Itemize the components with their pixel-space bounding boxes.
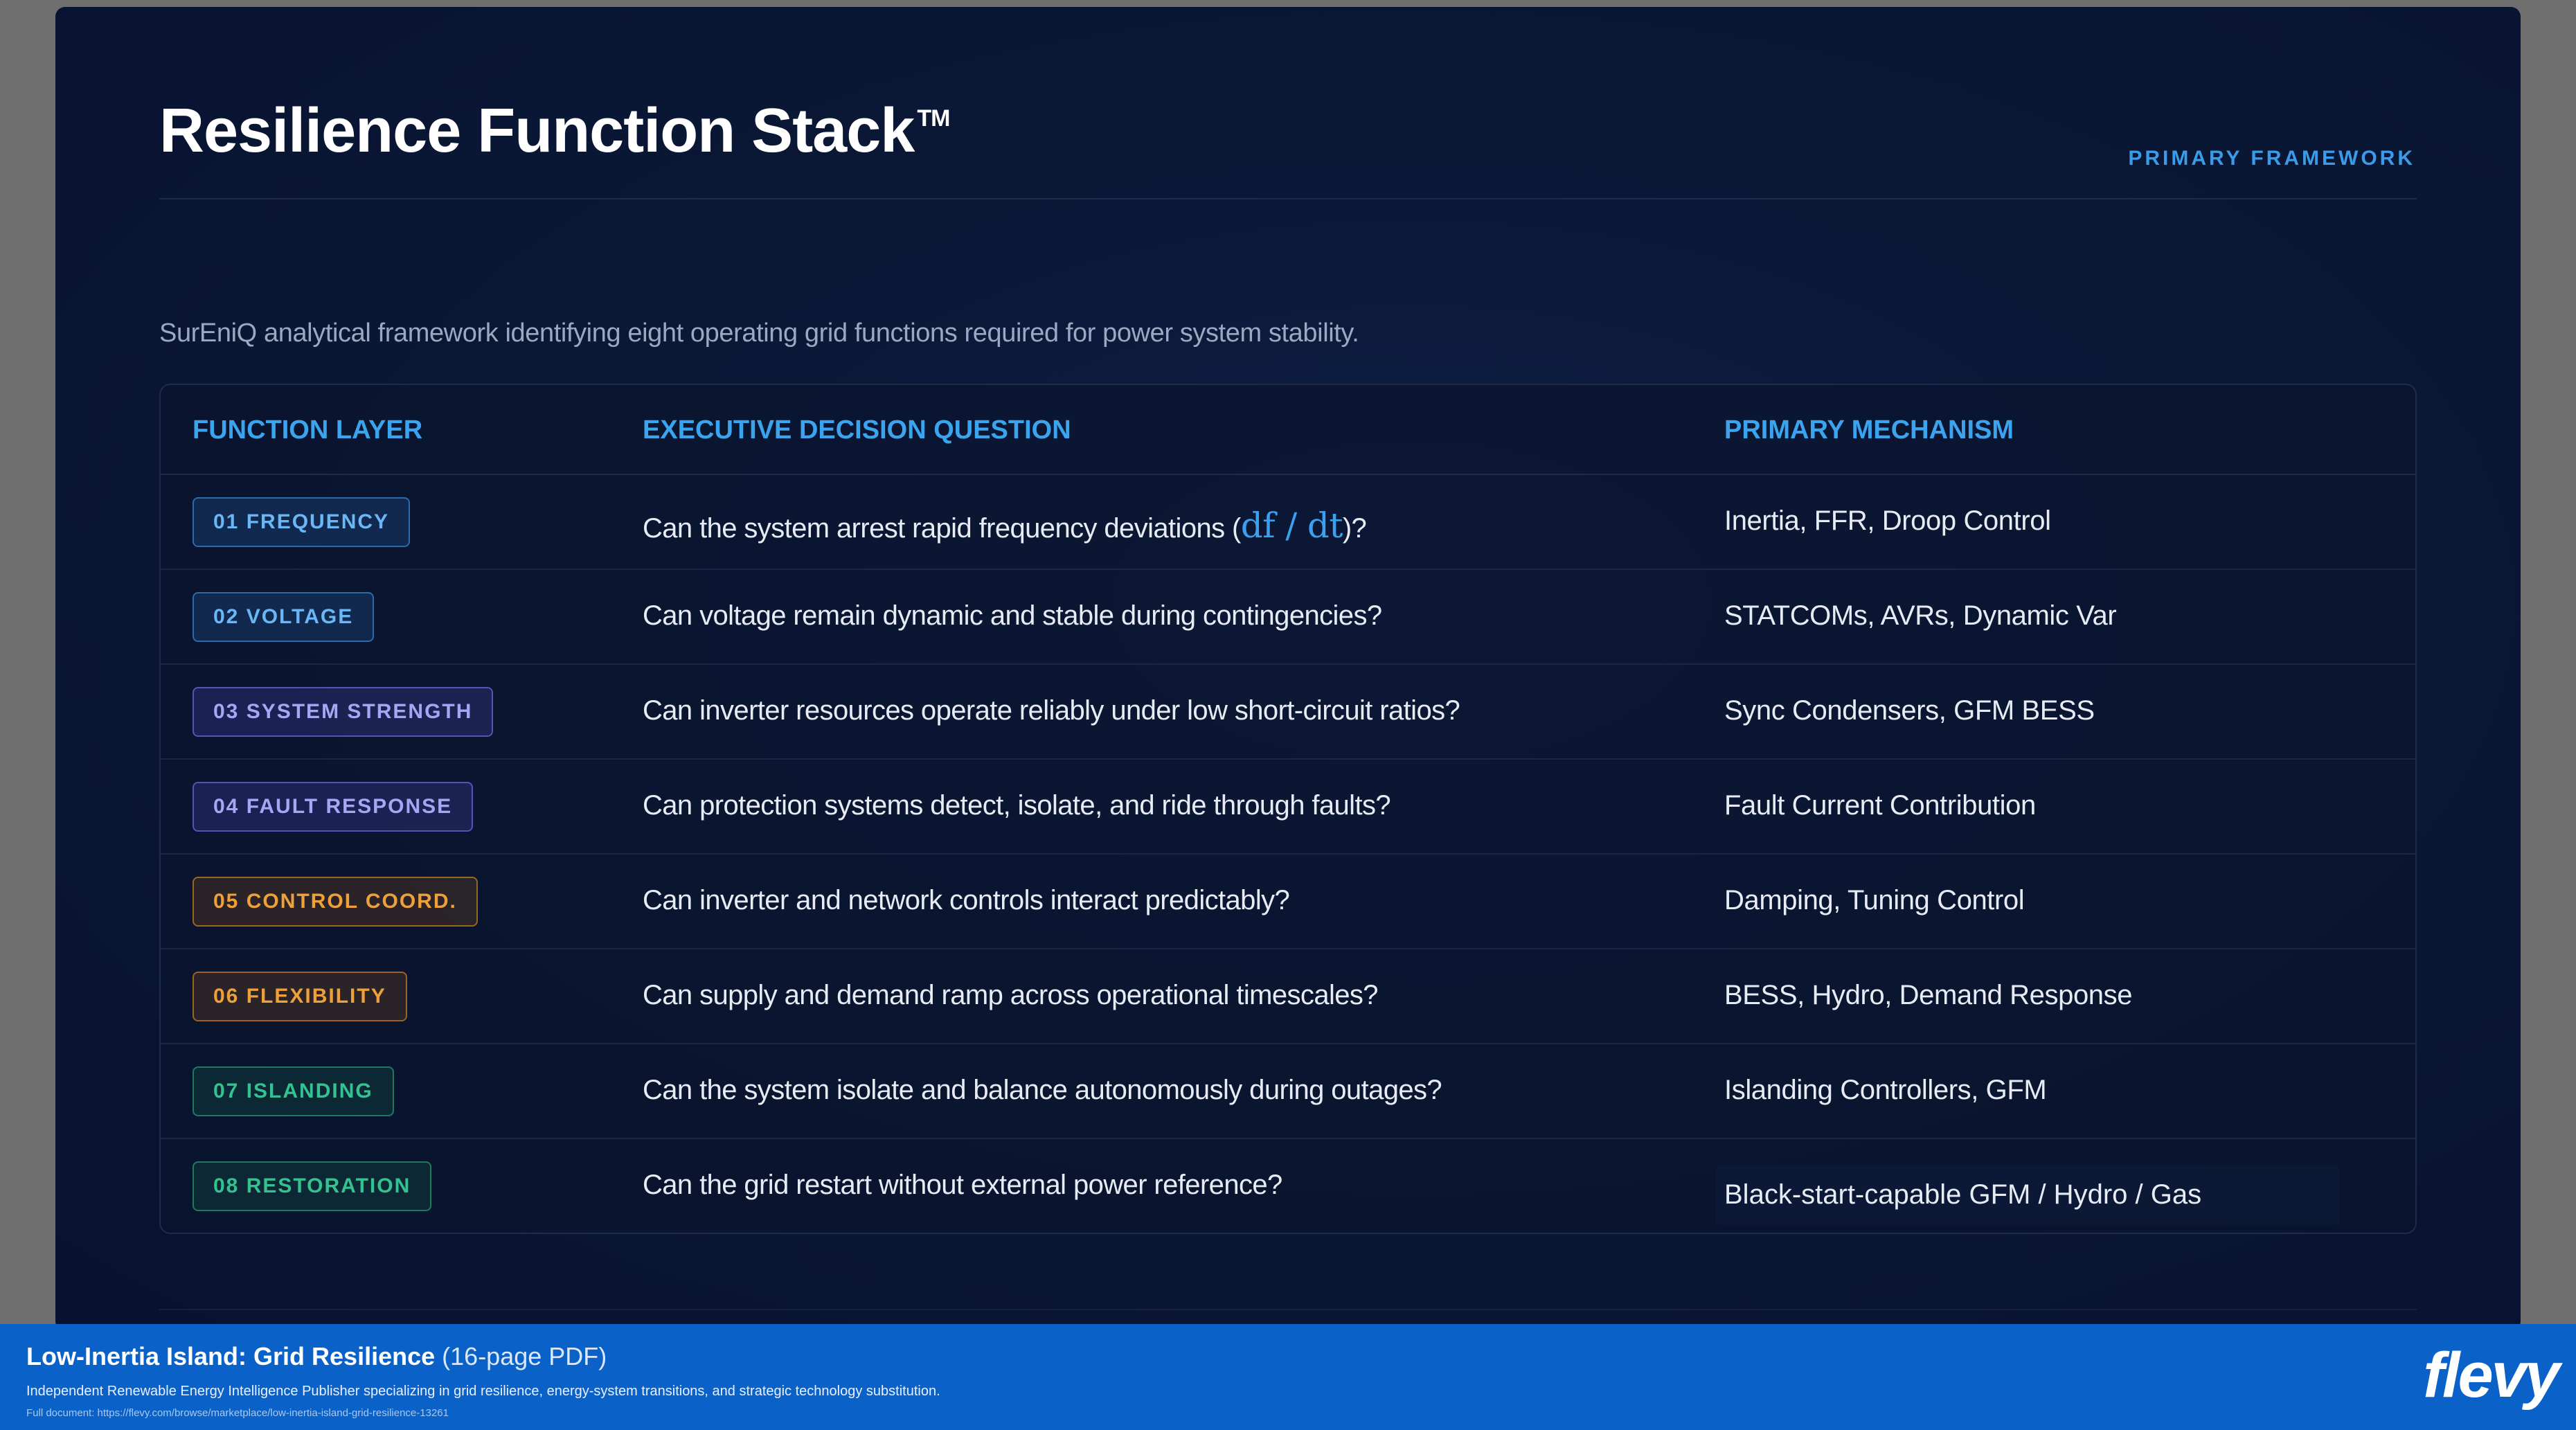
slide-title-text: Resilience Function Stack	[159, 96, 915, 166]
question-text: Can the system arrest rapid frequency de…	[643, 513, 1241, 544]
document-title: Low-Inertia Island: Grid Resilience	[26, 1342, 436, 1370]
function-badge: 05 CONTROL COORD.	[193, 877, 478, 927]
primary-mechanism: Inertia, FFR, Droop Control	[1724, 506, 2051, 536]
function-badge: 08 RESTORATION	[193, 1161, 432, 1211]
footer-title: Low-Inertia Island: Grid Resilience (16-…	[26, 1342, 607, 1371]
table-row: 02 VOLTAGE Can voltage remain dynamic an…	[161, 570, 2415, 665]
table-row: 03 SYSTEM STRENGTH Can inverter resource…	[161, 665, 2415, 760]
decision-question: Can the grid restart without external po…	[643, 1170, 1282, 1200]
primary-mechanism: Sync Condensers, GFM BESS	[1724, 695, 2095, 726]
table-row: 07 ISLANDING Can the system isolate and …	[161, 1044, 2415, 1139]
function-badge: 03 SYSTEM STRENGTH	[193, 687, 494, 737]
table-row: 05 CONTROL COORD. Can inverter and netwo…	[161, 855, 2415, 949]
primary-mechanism: Black-start-capable GFM / Hydro / Gas	[1724, 1179, 2202, 1210]
function-badge: 06 FLEXIBILITY	[193, 972, 407, 1021]
trademark-mark: TM	[917, 105, 950, 132]
function-badge: 01 FREQUENCY	[193, 497, 411, 547]
header-function-layer: FUNCTION LAYER	[193, 415, 423, 445]
function-badge: 04 FAULT RESPONSE	[193, 782, 474, 832]
primary-mechanism: STATCOMs, AVRs, Dynamic Var	[1724, 600, 2117, 631]
table-header: FUNCTION LAYER EXECUTIVE DECISION QUESTI…	[161, 385, 2415, 475]
header-decision-question: EXECUTIVE DECISION QUESTION	[643, 415, 1071, 445]
question-suffix: )?	[1342, 513, 1367, 544]
function-badge: 07 ISLANDING	[193, 1066, 394, 1116]
full-document-link[interactable]: Full document: https://flevy.com/browse/…	[26, 1407, 449, 1419]
decision-question: Can voltage remain dynamic and stable du…	[643, 600, 1382, 631]
primary-mechanism: Damping, Tuning Control	[1724, 885, 2025, 915]
document-footer-banner: Low-Inertia Island: Grid Resilience (16-…	[0, 1324, 2576, 1430]
header-primary-mechanism: PRIMARY MECHANISM	[1724, 415, 2014, 445]
table-row: 01 FREQUENCY Can the system arrest rapid…	[161, 475, 2415, 570]
slide-title: Resilience Function Stack TM	[159, 96, 950, 167]
primary-mechanism: Islanding Controllers, GFM	[1724, 1075, 2047, 1105]
decision-question: Can protection systems detect, isolate, …	[643, 790, 1391, 821]
primary-mechanism: Fault Current Contribution	[1724, 790, 2036, 821]
table-row: 06 FLEXIBILITY Can supply and demand ram…	[161, 949, 2415, 1044]
page-count: (16-page PDF)	[442, 1342, 607, 1370]
decision-question: Can inverter and network controls intera…	[643, 885, 1290, 915]
function-table: FUNCTION LAYER EXECUTIVE DECISION QUESTI…	[159, 384, 2417, 1234]
flevy-logo: flevy	[2423, 1340, 2560, 1411]
slide: Resilience Function Stack TM PRIMARY FRAM…	[55, 7, 2521, 1331]
decision-question: Can supply and demand ramp across operat…	[643, 980, 1379, 1010]
decision-question: Can inverter resources operate reliably …	[643, 695, 1460, 726]
slide-subtitle: SurEniQ analytical framework identifying…	[159, 319, 1359, 348]
table-row: 04 FAULT RESPONSE Can protection systems…	[161, 760, 2415, 855]
publisher-description: Independent Renewable Energy Intelligenc…	[26, 1384, 940, 1399]
bottom-divider	[159, 1309, 2417, 1310]
table-row: 08 RESTORATION Can the grid restart with…	[161, 1139, 2415, 1234]
framework-tag: PRIMARY FRAMEWORK	[2128, 147, 2415, 170]
formula-df-dt: df / dt	[1240, 506, 1343, 546]
title-divider	[159, 198, 2417, 199]
function-badge: 02 VOLTAGE	[193, 592, 375, 642]
primary-mechanism: BESS, Hydro, Demand Response	[1724, 980, 2133, 1010]
decision-question: Can the system isolate and balance auton…	[643, 1075, 1442, 1105]
decision-question: Can the system arrest rapid frequency de…	[643, 506, 1367, 546]
